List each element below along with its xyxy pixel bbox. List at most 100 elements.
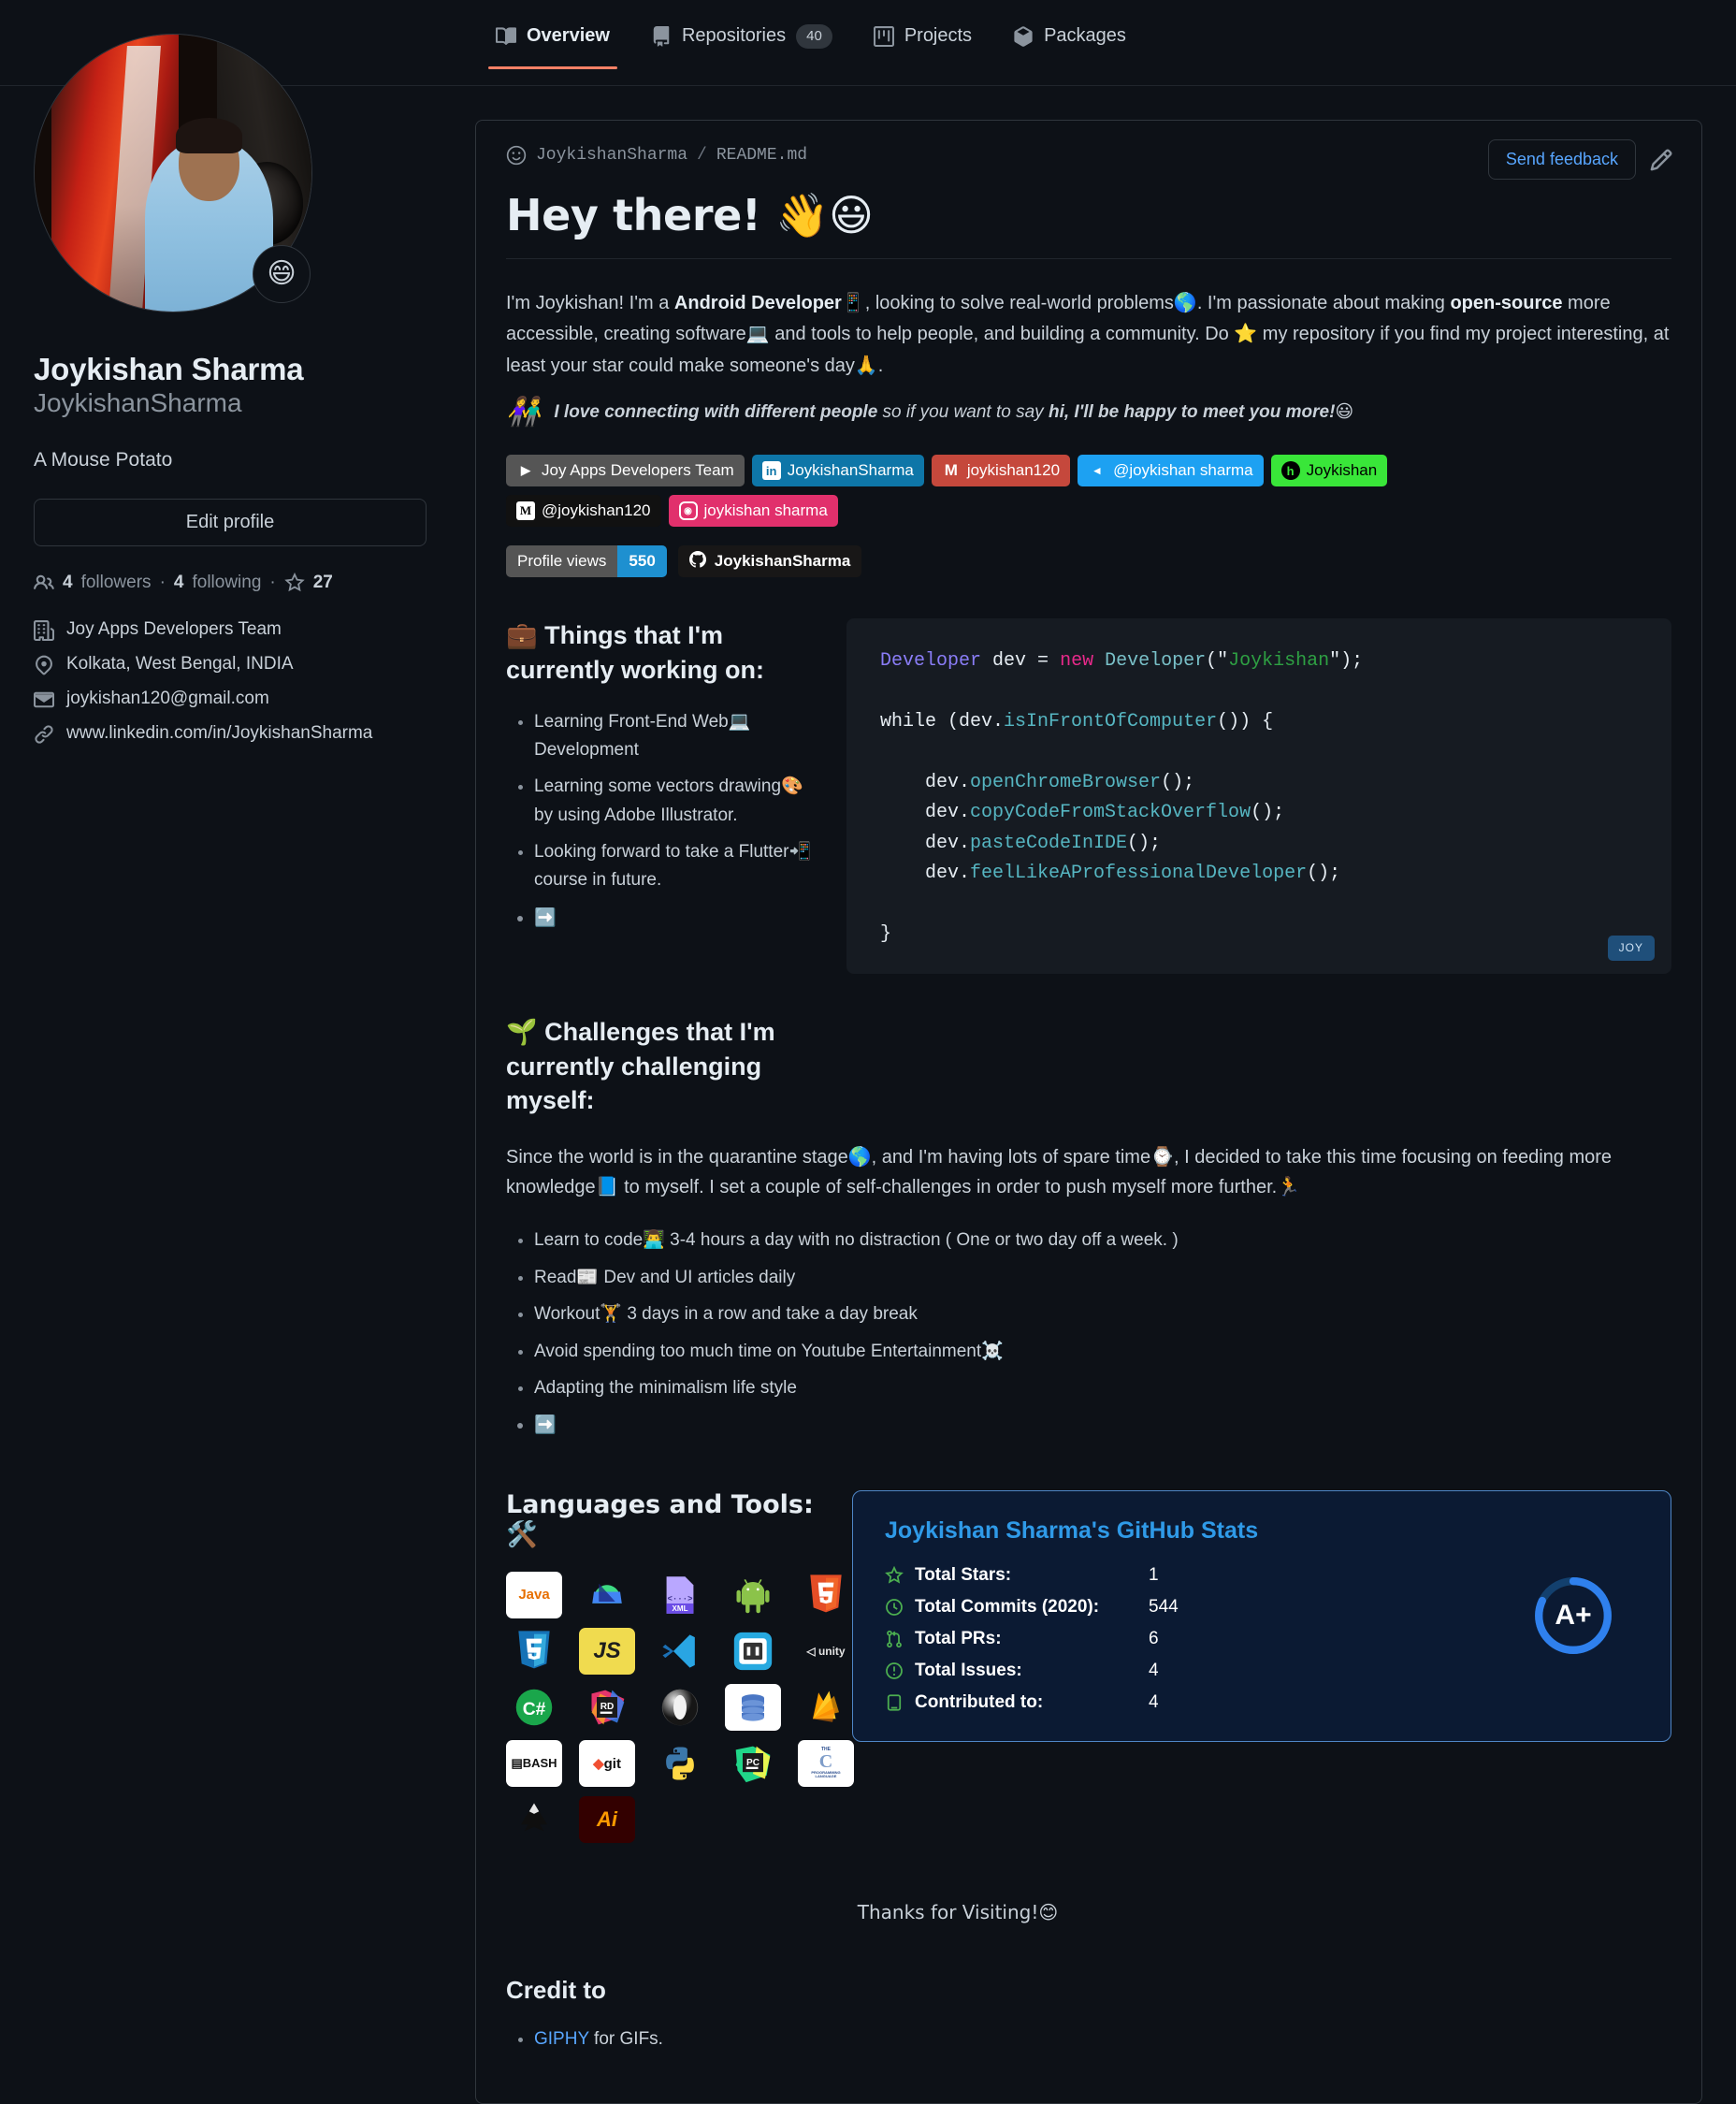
bash-icon[interactable]: ▤BASH <box>506 1739 562 1787</box>
android-studio-icon[interactable] <box>579 1572 635 1618</box>
badge-medium[interactable]: M @joykishan120 <box>506 495 661 528</box>
badge-label: joykishan120 <box>966 461 1061 480</box>
github-follow-badge[interactable]: JoykishanSharma <box>677 545 862 578</box>
android-icon[interactable] <box>725 1572 781 1618</box>
csharp-icon[interactable]: C# <box>506 1684 562 1731</box>
code-line: } <box>880 920 1638 950</box>
javascript-icon[interactable]: JS <box>579 1627 635 1675</box>
tab-overview[interactable]: Overview <box>475 24 630 69</box>
readme-card: JoykishanSharma / README.md Send feedbac… <box>475 120 1702 2104</box>
giphy-link[interactable]: GIPHY <box>534 2029 589 2049</box>
quote-mid: so if you want to say <box>877 402 1049 423</box>
code-token: ()) { <box>1217 710 1274 733</box>
stars-count[interactable]: 27 <box>313 573 333 593</box>
intro-paragraph: I'm Joykishan! I'm a Android Developer📱,… <box>506 287 1671 381</box>
stat-value: 6 <box>1149 1628 1159 1648</box>
location-icon <box>34 655 54 675</box>
code-line: dev.pasteCodeInIDE(); <box>880 829 1638 859</box>
inkscape-icon[interactable] <box>506 1796 562 1843</box>
svg-text:RD: RD <box>600 1702 615 1712</box>
css3-icon[interactable] <box>506 1628 562 1675</box>
breadcrumb: JoykishanSharma / README.md <box>506 145 807 166</box>
tab-projects[interactable]: Projects <box>853 24 992 69</box>
hackerrank-icon: h <box>1280 461 1300 481</box>
vscode-icon[interactable] <box>652 1628 708 1675</box>
pray-emoji: 🙏 <box>854 353 878 376</box>
svg-text:<···>: <···> <box>667 1594 692 1603</box>
code-token: "); <box>1329 650 1364 673</box>
git-icon[interactable]: ◆git <box>579 1739 635 1787</box>
separator-2: · <box>269 572 276 592</box>
html5-icon[interactable] <box>798 1572 854 1618</box>
badge-label: Joy Apps Developers Team <box>542 461 734 480</box>
firebase-icon[interactable] <box>798 1684 854 1731</box>
gmail-icon: M <box>944 461 958 480</box>
code-token: copyCodeFromStackOverflow <box>970 802 1251 824</box>
phone-emoji: 📱 <box>841 291 865 313</box>
xml-icon[interactable]: <···> XML <box>652 1572 708 1618</box>
edit-profile-button[interactable]: Edit profile <box>34 498 427 546</box>
pycharm-icon[interactable]: PC <box>725 1740 781 1787</box>
views-row: Profile views 550 JoykishanSharma <box>506 545 1671 578</box>
badge-hackerrank[interactable]: h Joykishan <box>1270 455 1388 487</box>
svg-text:PC: PC <box>746 1758 760 1768</box>
readme-owner[interactable]: JoykishanSharma <box>536 146 687 165</box>
tab-label: Packages <box>1044 25 1126 47</box>
readme-filename[interactable]: README.md <box>716 146 807 165</box>
repo-icon <box>651 25 672 47</box>
list-item: Adapting the minimalism life style <box>534 1374 1671 1402</box>
badge-label: JoykishanSharma <box>787 461 914 480</box>
followers-count[interactable]: 4 <box>63 573 73 593</box>
tab-packages[interactable]: Packages <box>992 24 1147 69</box>
followers-label[interactable]: followers <box>81 573 152 593</box>
c-language-icon[interactable]: THE C PROGRAMMING LANGUAGE <box>798 1739 854 1787</box>
badge-gmail[interactable]: M joykishan120 <box>931 455 1071 487</box>
code-token: dev. <box>880 802 971 824</box>
opera-icon[interactable] <box>652 1684 708 1731</box>
profile-login: JoykishanSharma <box>34 388 242 418</box>
profile-sidebar: 😄 Joykishan Sharma JoykishanSharma A Mou… <box>34 34 427 745</box>
sql-icon[interactable] <box>725 1683 781 1731</box>
code-line: dev.copyCodeFromStackOverflow(); <box>880 798 1638 828</box>
code-token: (); <box>1127 832 1162 854</box>
badge-play-store[interactable]: ▶ Joy Apps Developers Team <box>506 455 745 487</box>
stat-row: Total Stars: 1 <box>885 1565 1639 1586</box>
badge-linkedin[interactable]: in JoykishanSharma <box>751 455 924 487</box>
detail-link[interactable]: www.linkedin.com/in/JoykishanSharma <box>34 723 427 745</box>
list-item: Learn to code👨‍💻 3-4 hours a day with no… <box>534 1226 1671 1255</box>
stats-rows: Total Stars: 1 Total Commits (2020): 544 Tot… <box>885 1565 1639 1713</box>
send-feedback-button[interactable]: Send feedback <box>1487 139 1636 180</box>
status-emoji-badge[interactable]: 😄 <box>253 245 311 303</box>
following-count[interactable]: 4 <box>174 573 184 593</box>
detail-email[interactable]: joykishan120@gmail.com <box>34 689 427 710</box>
instagram-icon: ◉ <box>678 501 698 521</box>
location-text: Kolkata, West Bengal, INDIA <box>66 653 294 674</box>
edit-pencil-icon[interactable] <box>1649 148 1673 172</box>
python-icon[interactable] <box>652 1740 708 1787</box>
challenges-list: Learn to code👨‍💻 3-4 hours a day with no… <box>506 1226 1671 1439</box>
code-token: Developer <box>880 650 993 673</box>
readme-actions: Send feedback <box>1487 139 1673 180</box>
code-token: = <box>1037 650 1061 673</box>
list-item: Read📰 Dev and UI articles daily <box>534 1264 1671 1292</box>
code-token: (dev. <box>948 710 1005 733</box>
badge-instagram[interactable]: ◉ joykishan sharma <box>668 495 838 528</box>
illustrator-icon[interactable]: Ai <box>579 1795 635 1843</box>
rider-icon[interactable]: RD <box>579 1684 635 1731</box>
unity-icon[interactable]: ◁ unity <box>798 1628 854 1675</box>
intro-p7: . <box>877 355 884 376</box>
brackets-icon[interactable] <box>725 1628 781 1675</box>
following-label[interactable]: following <box>192 573 261 593</box>
java-icon[interactable]: Java <box>506 1571 562 1618</box>
challenges-title-text: Challenges that I'm currently challengin… <box>506 1018 775 1115</box>
profile-views-badge: Profile views 550 <box>506 545 667 578</box>
code-token: (" <box>1206 650 1229 673</box>
detail-organization[interactable]: Joy Apps Developers Team <box>34 619 427 641</box>
tab-repositories[interactable]: Repositories 40 <box>630 24 853 69</box>
badge-telegram[interactable]: ◂ @joykishan sharma <box>1078 455 1264 487</box>
rank-ring: A+ <box>1530 1573 1616 1659</box>
credit-list: GIPHY for GIFs. <box>506 2025 1671 2053</box>
code-token: isInFrontOfComputer <box>1004 710 1218 733</box>
stat-label: Contributed to: <box>915 1691 1044 1712</box>
page-title: Joykishan Sharma <box>34 352 304 386</box>
